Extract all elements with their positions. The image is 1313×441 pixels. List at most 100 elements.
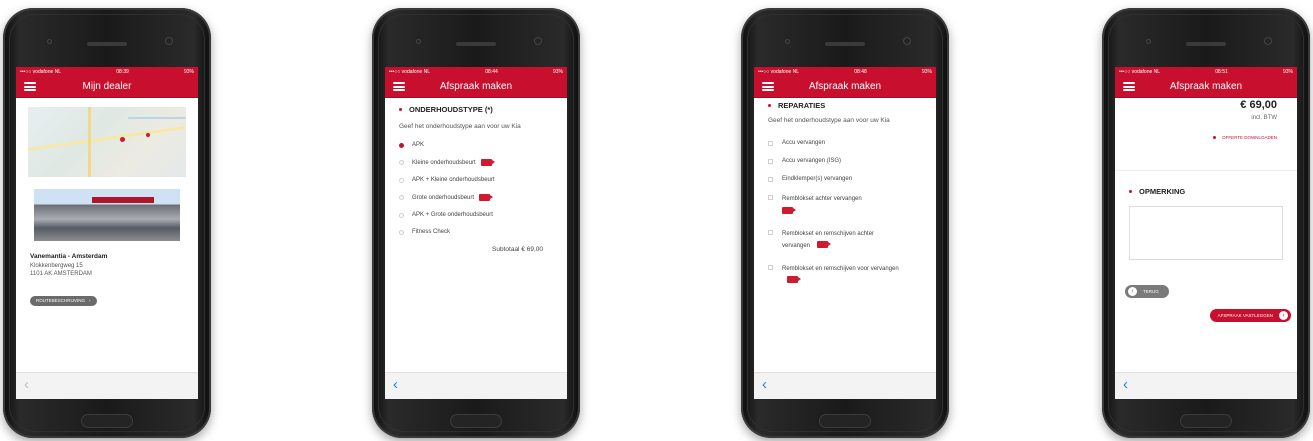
radio-icon[interactable]	[399, 229, 404, 235]
option-kleine-onderhoudsbeurt[interactable]: Kleine onderhoudsbeurt	[399, 159, 567, 167]
front-camera-icon	[165, 37, 173, 45]
page-title: Mijn dealer	[82, 81, 132, 92]
nav-bar: Mijn dealer	[16, 76, 198, 97]
price-label: € 69,00	[1240, 99, 1277, 111]
repair-item[interactable]: Eindklemper(s) vervangen	[768, 176, 936, 182]
back-button[interactable]: ‹ TERUG	[1125, 285, 1169, 298]
battery-label: 93%	[183, 68, 194, 75]
remark-textarea[interactable]	[1129, 206, 1283, 260]
proximity-sensor	[785, 39, 790, 44]
repair-item[interactable]: Remblokset en remschijven achter vervang…	[768, 229, 936, 252]
repair-item[interactable]: Remblokset achter vervangen	[768, 194, 936, 217]
checkbox-icon[interactable]	[768, 176, 773, 182]
chevron-right-icon: ›	[89, 298, 91, 303]
radio-icon[interactable]	[399, 195, 404, 201]
radio-icon[interactable]	[399, 212, 404, 218]
option-apk-kleine[interactable]: APK + Kleine onderhoudsbeurt	[399, 177, 567, 183]
menu-icon[interactable]	[24, 82, 36, 91]
video-icon[interactable]	[787, 276, 801, 284]
section-title-label: ONDERHOUDSTYPE (*)	[409, 105, 493, 114]
map-pin-icon	[146, 133, 150, 137]
dealer-content: Vanemantia - Amsterdam Klokkenbergweg 15…	[16, 97, 198, 373]
time-label: 08:44	[485, 68, 498, 75]
back-arrow-icon[interactable]: ‹	[393, 376, 398, 393]
repair-label: Accu vervangen	[782, 140, 826, 147]
video-icon[interactable]	[479, 194, 494, 202]
checkbox-icon[interactable]	[768, 264, 773, 270]
option-apk[interactable]: APK	[399, 142, 567, 148]
repair-label: Remblokset achter vervangen	[782, 196, 862, 203]
bullet-icon	[768, 104, 771, 107]
repair-label: Remblokset en remschijven voor vervangen	[782, 265, 899, 272]
section-title: ONDERHOUDSTYPE (*)	[399, 105, 567, 114]
carrier-label: •••○○ vodafone NL	[20, 68, 62, 75]
phone-onderhoudstype: •••○○ vodafone NL 08:44 93% Afspraak mak…	[372, 8, 580, 438]
section-title-label: REPARATIES	[778, 101, 826, 110]
time-label: 08:48	[854, 68, 867, 75]
section-description: Geef het onderhoudstype aan voor uw Kia	[768, 117, 890, 124]
front-camera-icon	[534, 37, 542, 45]
radio-selected-icon[interactable]	[399, 142, 404, 148]
status-bar: •••○○ vodafone NL 08:48 93%	[754, 67, 936, 76]
page-title: Afspraak maken	[439, 81, 513, 92]
remark-title-label: OPMERKING	[1139, 187, 1186, 196]
page-title: Afspraak maken	[808, 81, 882, 92]
status-bar: •••○○ vodafone NL 08:44 93%	[385, 67, 567, 76]
repair-item[interactable]: Remblokset en remschijven voor vervangen	[768, 264, 936, 287]
quote-download-label: OFFERTE DOWNLOADEN	[1222, 135, 1277, 140]
proximity-sensor	[47, 39, 52, 44]
carrier-label: •••○○ vodafone NL	[1119, 68, 1161, 75]
back-arrow-icon[interactable]: ‹	[24, 376, 29, 393]
repair-label: Accu vervangen (ISG)	[782, 158, 842, 165]
checkbox-icon[interactable]	[768, 158, 773, 164]
menu-icon[interactable]	[1123, 82, 1135, 91]
bottom-toolbar: ‹	[16, 372, 198, 399]
earpiece-speaker	[1186, 42, 1226, 46]
proximity-sensor	[416, 39, 421, 44]
back-arrow-icon[interactable]: ‹	[762, 376, 767, 393]
dealer-map[interactable]	[28, 107, 186, 177]
phone-reparaties: •••○○ vodafone NL 08:48 93% Afspraak mak…	[741, 8, 949, 438]
video-icon[interactable]	[480, 159, 495, 167]
page-title: Afspraak maken	[1169, 81, 1243, 92]
option-label: APK + Kleine onderhoudsbeurt	[412, 177, 495, 184]
video-icon[interactable]	[816, 241, 831, 249]
earpiece-speaker	[87, 42, 127, 46]
bullet-icon	[1129, 190, 1132, 193]
confirm-appointment-button[interactable]: AFSPRAAK VASTLEGGEN ›	[1209, 309, 1291, 322]
repair-item[interactable]: Accu vervangen (ISG)	[768, 158, 936, 164]
dealer-street: Klokkenbergweg 15	[30, 263, 83, 269]
home-button	[1180, 414, 1232, 428]
nav-bar: Afspraak maken	[1115, 76, 1297, 97]
home-button	[450, 414, 502, 428]
back-arrow-icon[interactable]: ‹	[1123, 376, 1128, 393]
home-button	[81, 414, 133, 428]
bottom-toolbar: ‹	[754, 372, 936, 399]
dealer-city: 1101 AK AMSTERDAM	[30, 271, 92, 277]
screen: •••○○ vodafone NL 08:44 93% Afspraak mak…	[385, 67, 567, 399]
status-bar: •••○○ vodafone NL 08:39 93%	[16, 67, 198, 76]
menu-icon[interactable]	[393, 82, 405, 91]
bullet-icon	[1213, 136, 1217, 139]
carrier-label: •••○○ vodafone NL	[758, 68, 800, 75]
radio-icon[interactable]	[399, 177, 404, 183]
option-fitness-check[interactable]: Fitness Check	[399, 229, 567, 235]
time-label: 08:39	[116, 68, 129, 75]
chevron-right-icon: ›	[1279, 311, 1288, 320]
earpiece-speaker	[825, 42, 865, 46]
route-button[interactable]: ROUTEBESCHRIJVING ›	[30, 295, 97, 306]
checkbox-icon[interactable]	[768, 140, 773, 146]
option-grote-onderhoudsbeurt[interactable]: Grote onderhoudsbeurt	[399, 194, 567, 202]
back-button-label: TERUG	[1143, 289, 1159, 294]
checkbox-icon[interactable]	[768, 230, 773, 236]
battery-label: 93%	[552, 68, 563, 75]
repair-item[interactable]: Accu vervangen	[768, 140, 936, 146]
video-icon[interactable]	[782, 206, 796, 214]
section-description: Geef het onderhoudstype aan voor uw Kia	[399, 123, 521, 130]
menu-icon[interactable]	[762, 82, 774, 91]
option-apk-grote[interactable]: APK + Grote onderhoudsbeurt	[399, 212, 567, 218]
checkbox-icon[interactable]	[768, 195, 773, 201]
radio-icon[interactable]	[399, 160, 404, 166]
chevron-left-icon: ‹	[1128, 287, 1137, 296]
quote-download-link[interactable]: OFFERTE DOWNLOADEN	[1115, 135, 1277, 140]
